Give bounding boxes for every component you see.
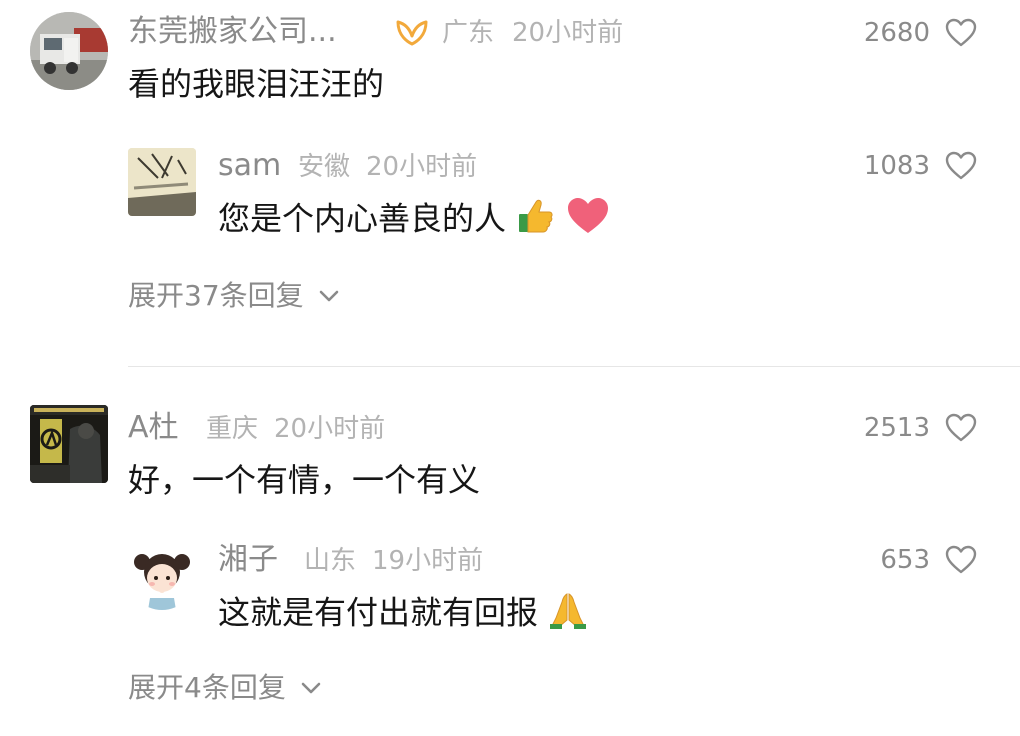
comment-text: 好，一个有情，一个有义 (128, 461, 481, 499)
comment-text: 看的我眼泪汪汪的 (128, 65, 385, 103)
comment-username[interactable]: A杜 (128, 410, 179, 446)
expand-replies-button[interactable]: 展开4条回复 (128, 670, 322, 706)
comment-location: 广东 (442, 18, 495, 48)
reply-time: 19小时前 (372, 546, 484, 576)
reply-text: 您是个内心善良的人 (218, 196, 610, 245)
avatar[interactable] (128, 148, 196, 216)
game-poster-avatar-image (30, 405, 108, 483)
comment-location: 重庆 (206, 414, 259, 444)
like-count: 653 (880, 545, 930, 575)
comment-divider (128, 366, 1020, 367)
like-heart-icon[interactable] (945, 545, 977, 575)
reply-location: 山东 (304, 546, 357, 576)
praying-hands-icon (548, 590, 588, 639)
like-count: 2680 (863, 18, 930, 48)
reply-text-content: 您是个内心善良的人 (218, 199, 507, 238)
reply-username[interactable]: sam (218, 148, 281, 184)
chevron-down-icon (319, 290, 338, 302)
reply-text-content: 这就是有付出就有回报 (218, 593, 539, 632)
comment-time: 20小时前 (274, 414, 386, 444)
truck-avatar-image (30, 12, 108, 90)
chevron-down-icon (301, 682, 321, 694)
expand-replies-label: 展开37条回复 (128, 279, 304, 312)
expand-replies-label: 展开4条回复 (128, 671, 286, 704)
like-count: 1083 (863, 151, 930, 181)
like-heart-icon[interactable] (945, 413, 977, 443)
reply-time: 20小时前 (366, 152, 478, 182)
avatar[interactable] (30, 12, 108, 90)
heart-emoji-icon (566, 196, 610, 245)
reply-text: 这就是有付出就有回报 (218, 590, 588, 639)
cartoon-girl-avatar-image (128, 542, 196, 610)
like-heart-icon[interactable] (945, 151, 977, 181)
painting-avatar-image (128, 148, 196, 216)
vip-ribbon-icon (394, 18, 430, 52)
expand-replies-button[interactable]: 展开37条回复 (128, 278, 340, 314)
reply-location: 安徽 (298, 152, 351, 182)
like-count: 2513 (863, 413, 930, 443)
reply-username[interactable]: 湘子 (218, 542, 278, 578)
thumbs-up-icon (516, 196, 556, 245)
avatar[interactable] (128, 542, 196, 610)
like-heart-icon[interactable] (945, 18, 977, 48)
avatar[interactable] (30, 405, 108, 483)
comment-username[interactable]: 东莞搬家公司... (128, 14, 337, 50)
comment-time: 20小时前 (512, 18, 624, 48)
